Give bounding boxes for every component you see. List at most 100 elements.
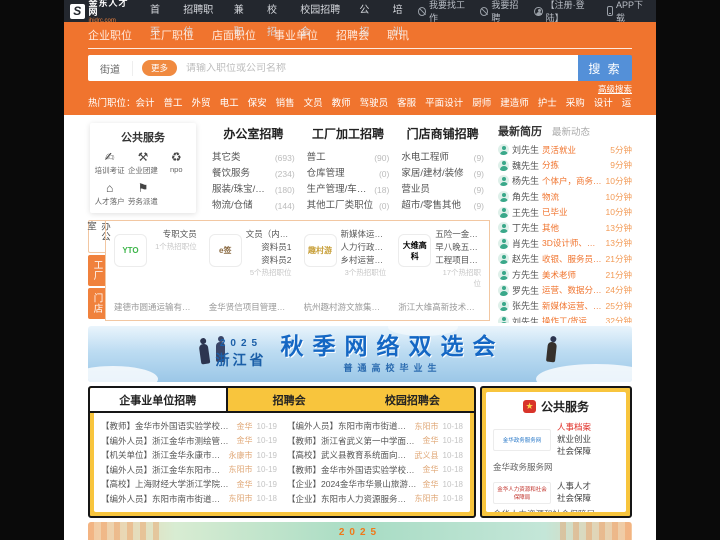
job-post-row[interactable]: 【编外人员】东阳市南市街道社区卫生服务中... 东阳市 10-18 [287,419,463,434]
top-nav-item[interactable]: 招聘职位 [175,0,226,38]
tab-latest-activity[interactable]: 最新动态 [552,124,590,138]
category-link[interactable]: 其它类 (693) [212,150,295,166]
register-login-link[interactable]: 【注册·登陆】 [534,0,596,24]
category-link[interactable]: 其他工厂类职位 (0) [307,198,390,214]
hot-job-link[interactable]: 会计 [136,95,155,109]
advanced-search-link[interactable]: 高级搜索 [598,84,632,94]
hot-job-link[interactable]: 文员 [304,95,323,109]
app-download-link[interactable]: APP下载 [607,0,648,24]
job-post-row[interactable]: 【教师】金华市外国语实验学校小学教务... 金华 10-19 [101,419,277,434]
category-link[interactable]: 家居/建材/装修 (9) [401,166,484,182]
service-link[interactable]: 社会保障 [557,446,591,457]
channel-tab[interactable]: 职讯 [387,27,409,43]
hot-job-link[interactable]: 护士 [538,95,557,109]
resume-row[interactable]: 王先生 已毕业 10分钟 [498,204,632,220]
public-service-item[interactable]: ⌂ 人才落户 [93,182,126,207]
site-logo[interactable]: S 金东人才网 jhjdrc.com [64,0,142,24]
company-card[interactable]: 趣村游 新媒体运营专员 人力行政专员 乡村运营师（乡村 3个热招职位 杭州趣村游… [298,225,393,316]
search-button[interactable]: 搜 索 [578,55,632,81]
top-nav-item[interactable]: 校园招聘会 [292,0,351,38]
company-card[interactable]: e签 文员（内勤） 资料员1 资料员2 5个热招职位 金华贤信项目管理咨询有限.… [203,225,298,316]
hot-job-link[interactable]: 普工 [164,95,183,109]
resume-row[interactable]: 刘先生 灵活就业 5分钟 [498,142,632,158]
hot-job-link[interactable]: 建造师 [500,95,529,109]
resume-row[interactable]: 肖先生 3D设计师、软装... 13分钟 [498,236,632,252]
resume-row[interactable]: 角先生 物流 10分钟 [498,189,632,205]
company-tab-factory[interactable]: 工厂 [88,255,105,286]
top-nav-item[interactable]: 公招 [351,0,384,38]
resume-row[interactable]: 刘先生 操作工/货运司机... 32分钟 [498,314,632,323]
service-link[interactable]: 社会保障 [557,493,591,504]
company-card[interactable]: YTO 专职文员 1个热招职位 建德市圆通运输有限公司 [108,225,203,316]
channel-tab[interactable]: 店面职位 [212,27,256,43]
category-link[interactable]: 普工 (90) [307,150,390,166]
hot-job-link[interactable]: 外贸 [192,95,211,109]
resume-row[interactable]: 丁先生 其他 13分钟 [498,220,632,236]
category-link[interactable]: 仓库管理 (0) [307,166,390,182]
public-service-item[interactable]: ⚒ 企业团建 [126,151,159,176]
hot-job-link[interactable]: 厨师 [472,95,491,109]
company-tab-shop[interactable]: 门店 [88,288,105,319]
channel-tab[interactable]: 招聘会 [336,27,369,43]
resume-row[interactable]: 罗先生 运营、数据分析师 24分钟 [498,282,632,298]
public-service-item[interactable]: ♻ npo [160,151,193,176]
company-tab-office[interactable]: 办公室 [85,220,110,253]
hot-job-link[interactable]: 电工 [220,95,239,109]
hot-job-link[interactable]: 采购 [566,95,585,109]
job-post-row[interactable]: 【机关单位】浙江金华永康市人民法院工作人... 永康市 10-19 [101,448,277,463]
job-post-row[interactable]: 【企业】2024金华市华景山旅游开发有限... 金华 10-18 [287,477,463,492]
service-link[interactable]: 就业创业 [557,434,591,445]
gov-service-item[interactable]: 金华人力资源和社会保障局 人事人才 社会保障 [493,481,619,504]
resume-row[interactable]: 张先生 新媒体运营、导购... 25分钟 [498,298,632,314]
channel-tab[interactable]: 企业职位 [88,27,132,43]
hot-job-link[interactable]: 设计 [594,95,613,109]
tab-org-jobs[interactable]: 企事业单位招聘 [90,388,228,411]
service-link[interactable]: 人事人才 [557,481,591,492]
service-link[interactable]: 人事档案 [557,422,591,433]
company-card[interactable]: 大维高科 五险一金聘控制柜 早八晚五聘PCB 工程项目管理 17个热招职位 浙江… [392,225,487,316]
region-filter[interactable]: 街道 [88,60,133,76]
job-post-row[interactable]: 【教师】浙江省武义第一中学面向2025届... 金华 10-18 [287,434,463,449]
job-post-row[interactable]: 【编外人员】浙江金华市测绘管理中心招聘编... 金华 10-19 [101,434,277,449]
public-service-item[interactable]: ✍ 培训考证 [93,151,126,176]
autumn-fair-banner[interactable]: 2025 浙江省 秋季网络双选会 普通高校毕业生 [88,326,632,382]
category-link[interactable]: 餐饮服务 (234) [212,166,295,182]
category-link[interactable]: 生产管理/车间主任(18) [307,182,390,198]
hot-job-link[interactable]: 驾驶员 [360,95,389,109]
hot-job-link[interactable]: 运营 [622,95,632,109]
resume-row[interactable]: 赵先生 收银、服务员、理... 21分钟 [498,251,632,267]
category-link[interactable]: 水电工程师 (9) [401,150,484,166]
top-nav-item[interactable]: 兼职 [226,0,259,38]
job-post-row[interactable]: 【企业】东阳市人力资源服务有限公司招... 东阳市 10-18 [287,492,463,507]
hot-job-link[interactable]: 客服 [397,95,416,109]
hot-job-link[interactable]: 教师 [332,95,351,109]
resume-row[interactable]: 魏先生 分拣 9分钟 [498,158,632,174]
category-link[interactable]: 物流/仓储 (144) [212,198,295,214]
more-filters-button[interactable]: 更多 [142,60,178,76]
channel-tab[interactable]: 事业单位 [274,27,318,43]
hot-job-link[interactable]: 保安 [248,95,267,109]
tab-latest-resumes[interactable]: 最新简历 [498,123,542,139]
channel-tab[interactable]: 工厂职位 [150,27,194,43]
top-nav-item[interactable]: 培训 [385,0,418,38]
job-post-row[interactable]: 【教师】金华市外国语实验学校小学教务... 金华 10-18 [287,463,463,478]
public-service-item[interactable]: ⚑ 劳务派遣 [126,182,159,207]
find-job-link[interactable]: 我要找工作 [417,0,469,24]
search-input[interactable] [186,62,578,74]
hot-job-link[interactable]: 平面设计 [425,95,463,109]
top-nav-item[interactable]: 校招 [259,0,292,38]
autumn-fair-banner-bottom[interactable]: 2025 秋季网络双选会 [88,522,632,540]
tab-campus-fair[interactable]: 校园招聘会 [351,388,474,411]
job-post-row[interactable]: 【编外人员】东阳市南市街道社区卫生服务中... 东阳市 10-18 [101,492,277,507]
job-post-row[interactable]: 【编外人员】浙江金华东阳市南市街道社区卫... 东阳市 10-19 [101,463,277,478]
hot-job-link[interactable]: 销售 [276,95,295,109]
resume-row[interactable]: 方先生 美术老师 21分钟 [498,267,632,283]
resume-row[interactable]: 杨先生 个体户，商务司机... 10分钟 [498,173,632,189]
tab-job-fair[interactable]: 招聘会 [228,388,351,411]
category-link[interactable]: 超市/零售其他 (9) [401,198,484,214]
gov-service-item[interactable]: 金华政务服务网 人事档案 就业创业 社会保障 [493,422,619,457]
category-link[interactable]: 服装/珠宝/化妆品(180) [212,182,295,198]
job-post-row[interactable]: 【高校】上海财经大学浙江学院2024年心... 金华 10-19 [101,477,277,492]
post-job-link[interactable]: 我要招聘 [480,0,523,24]
category-link[interactable]: 营业员 (9) [401,182,484,198]
